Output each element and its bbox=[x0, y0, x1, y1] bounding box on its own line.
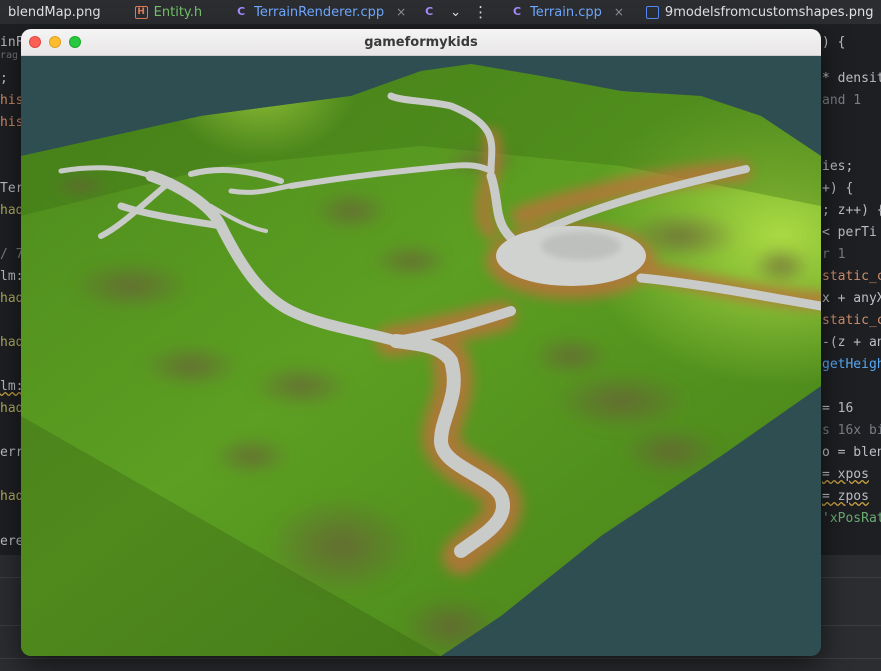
minimize-window-button[interactable] bbox=[49, 36, 61, 48]
close-window-button[interactable] bbox=[29, 36, 41, 48]
code-fragment: o = blen bbox=[822, 445, 881, 460]
terrain-viewport[interactable] bbox=[21, 56, 821, 656]
code-fragment: = xpos bbox=[822, 467, 869, 482]
code-fragment: r 1 bbox=[822, 247, 846, 262]
code-fragment: had bbox=[0, 203, 24, 218]
inlay-hint: rag bbox=[0, 50, 19, 61]
close-icon[interactable]: × bbox=[396, 5, 406, 19]
code-fragment: had bbox=[0, 401, 24, 416]
cpp-file-icon: C bbox=[425, 5, 434, 18]
more-vertical-icon[interactable]: ⋮ bbox=[467, 3, 494, 21]
code-fragment: = zpos bbox=[822, 489, 869, 504]
tab-label: 9modelsfromcustomshapes.png bbox=[664, 4, 874, 20]
game-window[interactable]: gameformykids bbox=[21, 29, 821, 656]
tab-label: Terrain.cpp bbox=[530, 4, 602, 20]
code-fragment: lm: bbox=[0, 379, 24, 394]
code-fragment: his bbox=[0, 115, 24, 130]
tab-blendmap[interactable]: blendMap.png bbox=[0, 0, 109, 24]
code-fragment: < perTi bbox=[822, 225, 877, 240]
code-fragment: getHeigh bbox=[822, 357, 881, 372]
image-icon bbox=[645, 5, 659, 19]
tab-9models-png[interactable]: 9modelsfromcustomshapes.png bbox=[638, 0, 881, 24]
tab-label: TerrainRenderer.cpp bbox=[254, 4, 385, 20]
window-title: gameformykids bbox=[364, 34, 478, 50]
code-fragment: static_c bbox=[822, 269, 881, 284]
code-fragment: had bbox=[0, 291, 24, 306]
tab-terrainrenderer-cpp[interactable]: C TerrainRenderer.cpp × bbox=[226, 0, 414, 24]
chevron-down-icon[interactable]: ⌄ bbox=[444, 5, 467, 20]
code-fragment: Ter bbox=[0, 181, 24, 196]
tab-label: blendMap.png bbox=[8, 4, 101, 20]
tab-collapsed-cpp[interactable]: C bbox=[414, 0, 444, 24]
code-fragment: * densit bbox=[822, 71, 881, 86]
code-fragment: static_c bbox=[822, 313, 881, 328]
code-fragment: lm: bbox=[0, 269, 24, 284]
code-fragment: / 7 bbox=[0, 247, 24, 262]
window-controls bbox=[29, 36, 81, 48]
code-fragment: +) { bbox=[822, 181, 854, 196]
code-fragment: inF bbox=[0, 35, 24, 50]
tab-terrain-cpp[interactable]: C Terrain.cpp × bbox=[502, 0, 632, 24]
tab-label: Entity.h bbox=[153, 4, 203, 20]
code-fragment: x + anyX bbox=[822, 291, 881, 306]
code-fragment: s 16x bi bbox=[822, 423, 881, 438]
cpp-file-icon: C bbox=[513, 5, 522, 18]
window-titlebar[interactable]: gameformykids bbox=[21, 29, 821, 56]
code-fragment: = 16 bbox=[822, 401, 854, 416]
code-fragment: had bbox=[0, 489, 24, 504]
close-icon[interactable]: × bbox=[614, 5, 624, 19]
code-fragment: ; bbox=[0, 71, 8, 86]
code-fragment: ; z++) { bbox=[822, 203, 881, 218]
code-fragment: ) { bbox=[822, 35, 846, 50]
code-fragment: his bbox=[0, 93, 24, 108]
code-fragment: had bbox=[0, 335, 24, 350]
cpp-file-icon: C bbox=[237, 5, 246, 18]
code-fragment: 'xPosRat bbox=[822, 511, 881, 526]
maximize-window-button[interactable] bbox=[69, 36, 81, 48]
code-fragment: ies; bbox=[822, 159, 854, 174]
code-fragment: and 1 bbox=[822, 93, 862, 108]
tab-entity-h[interactable]: H Entity.h bbox=[127, 0, 210, 24]
code-fragment: err bbox=[0, 445, 24, 460]
editor-tab-bar: blendMap.png H Entity.h C TerrainRendere… bbox=[0, 0, 881, 25]
code-fragment: -(z + an bbox=[822, 335, 881, 350]
header-file-icon: H bbox=[134, 5, 148, 19]
